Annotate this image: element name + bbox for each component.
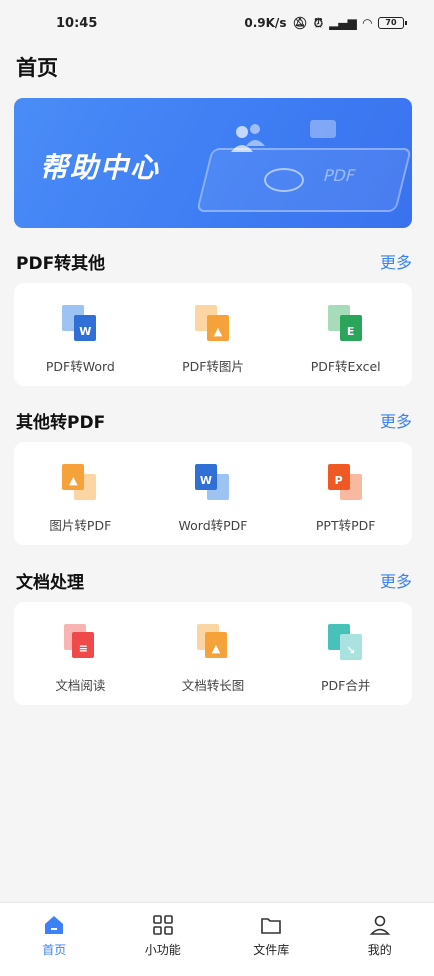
tab-label: 首页 — [42, 943, 67, 957]
status-icons: 0.9K/s 🔕︎ ⏰︎ ▂▄▆ ◠ 70 — [244, 15, 407, 31]
tab-label: 小功能 — [144, 943, 181, 957]
tool-label: Word转PDF — [178, 518, 248, 533]
ppt-to-pdf-icon: P — [326, 462, 366, 502]
pdf-to-excel-icon: E — [326, 303, 366, 343]
tool-image-to-pdf[interactable]: ▲ 图片转PDF — [14, 442, 147, 545]
tool-pdf-to-word[interactable]: W PDF转Word — [14, 283, 147, 386]
pdf-to-image-icon: ▲ — [193, 303, 233, 343]
chat-bubble-icon — [310, 120, 336, 138]
tool-card-document-processing: ≡ 文档阅读 ▲ 文档转长图 ↘ PDF合并 — [14, 602, 412, 705]
tool-label: PDF合并 — [321, 678, 371, 693]
tool-label: PPT转PDF — [315, 518, 376, 533]
tool-ppt-to-pdf[interactable]: P PPT转PDF — [279, 442, 412, 545]
tab-home[interactable]: 首页 — [0, 903, 109, 976]
tab-label: 文件库 — [253, 943, 290, 957]
section-title-other-to-pdf: 其他转PDF — [16, 413, 106, 433]
tool-pdf-to-image[interactable]: ▲ PDF转图片 — [147, 283, 280, 386]
pdf-to-word-icon: W — [60, 303, 100, 343]
image-to-pdf-icon: ▲ — [60, 462, 100, 502]
banner-disc-illustration — [264, 168, 304, 192]
page-title: 首页 — [16, 56, 58, 80]
banner-pdf-text: PDF — [321, 166, 358, 185]
tool-word-to-pdf[interactable]: W Word转PDF — [147, 442, 280, 545]
tool-document-read[interactable]: ≡ 文档阅读 — [14, 602, 147, 705]
status-bar: 10:45 0.9K/s 🔕︎ ⏰︎ ▂▄▆ ◠ 70 — [0, 0, 434, 46]
tab-file-library[interactable]: 文件库 — [217, 903, 326, 976]
tab-small-functions[interactable]: 小功能 — [109, 903, 218, 976]
help-center-banner[interactable]: PDF 帮助中心 — [14, 98, 412, 228]
bottom-tab-bar: 首页 小功能 文件库 我的 — [0, 902, 434, 976]
tool-label: 文档转长图 — [181, 678, 245, 693]
tool-card-other-to-pdf: ▲ 图片转PDF W Word转PDF P PPT转PDF — [14, 442, 412, 545]
more-link-document-processing[interactable]: 更多 — [380, 568, 412, 592]
banner-title: 帮助中心 — [40, 151, 161, 184]
user-icon — [369, 915, 391, 935]
more-link-pdf-to-other[interactable]: 更多 — [380, 249, 412, 273]
tool-label: 文档阅读 — [55, 678, 106, 693]
wifi-icon: ◠ — [362, 16, 372, 30]
signal-icon: ▂▄▆ — [329, 16, 357, 30]
people-icon — [231, 124, 265, 152]
document-to-long-image-icon: ▲ — [193, 622, 233, 662]
status-time: 10:45 — [56, 15, 98, 31]
section-title-pdf-to-other: PDF转其他 — [16, 254, 106, 274]
tool-label: 图片转PDF — [49, 518, 112, 533]
tool-label: PDF转Word — [45, 359, 115, 374]
more-link-other-to-pdf[interactable]: 更多 — [380, 408, 412, 432]
section-title-document-processing: 文档处理 — [16, 573, 84, 593]
tool-card-pdf-to-other: W PDF转Word ▲ PDF转图片 E PDF转Excel — [14, 283, 412, 386]
tool-document-to-long-image[interactable]: ▲ 文档转长图 — [147, 602, 280, 705]
word-to-pdf-icon: W — [193, 462, 233, 502]
alarm-icon: ⏰︎ — [313, 15, 324, 30]
tab-mine[interactable]: 我的 — [326, 903, 434, 976]
folder-icon — [261, 918, 282, 934]
home-icon — [45, 916, 64, 934]
battery-icon: 70 — [378, 17, 407, 29]
pdf-merge-icon: ↘ — [326, 622, 366, 662]
grid-icon — [152, 915, 173, 935]
mute-icon: 🔕︎ — [292, 16, 308, 30]
tool-label: PDF转图片 — [182, 359, 244, 374]
network-speed: 0.9K/s — [244, 16, 287, 30]
document-read-icon: ≡ — [60, 622, 100, 662]
tab-label: 我的 — [367, 943, 392, 957]
tool-label: PDF转Excel — [310, 359, 381, 374]
tool-pdf-merge[interactable]: ↘ PDF合并 — [279, 602, 412, 705]
tool-pdf-to-excel[interactable]: E PDF转Excel — [279, 283, 412, 386]
